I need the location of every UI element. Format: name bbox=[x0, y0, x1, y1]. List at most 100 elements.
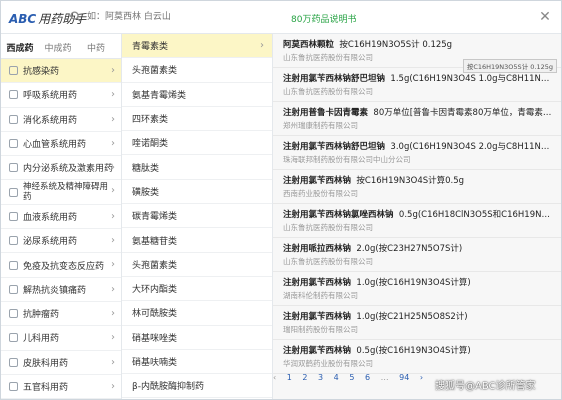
drug-manufacturer: 山东鲁抗医药股份有限公司 bbox=[283, 87, 373, 96]
subcategory-item[interactable]: 青霉素类 › bbox=[122, 34, 272, 59]
category-item-antitumor[interactable]: 抗肿瘤药 › bbox=[1, 302, 121, 327]
drug-list-item[interactable]: 注射用氯苄西林钠 0.5g(按C16H19N3O4S计算) 华润双鹤药业股份有限… bbox=[273, 340, 561, 374]
drug-manufacturer: 华润双鹤药业股份有限公司 bbox=[283, 359, 373, 368]
subcategory-item[interactable]: 硝基咪唑类 bbox=[122, 326, 272, 350]
drug-name: 注射用氯苄西林钠氯唑西林钠 bbox=[283, 210, 394, 220]
chevron-right-icon: › bbox=[111, 137, 115, 149]
category-item-dermatology[interactable]: 皮肤科用药 › bbox=[1, 351, 121, 375]
drug-title: 注射用普鲁卡因青霉素 80万单位[普鲁卡因青霉素80万单位，青霉素钠(钾)20… bbox=[283, 106, 553, 118]
chevron-right-icon: › bbox=[111, 210, 115, 222]
subcategory-item[interactable]: 头孢菌素类 bbox=[122, 58, 272, 83]
watermark: 搜狐号@ABC诊所管家 bbox=[435, 381, 536, 392]
subcategory-label: 头孢菌素类 bbox=[132, 260, 178, 271]
drug-list-item[interactable]: 注射用氯苄西林钠 1.0g(按C21H25N5O8S2计) 瑞阳制药股份有限公司 bbox=[273, 306, 561, 340]
subcategory-item[interactable]: 碳青霉烯类 bbox=[122, 204, 272, 229]
chevron-right-icon: › bbox=[111, 89, 115, 101]
category-item-analgesic[interactable]: 解热抗炎镇痛药 › bbox=[1, 278, 121, 302]
drug-name: 阿莫西林颗粒 bbox=[283, 40, 335, 50]
subcategory-item[interactable]: 四环素类 bbox=[122, 107, 272, 132]
page-button-6[interactable]: 6 bbox=[365, 373, 370, 382]
subcategory-item[interactable]: 磺胺类 bbox=[122, 180, 272, 205]
category-item-cardiovascular[interactable]: 心血管系统用药 › bbox=[1, 132, 121, 157]
category-label: 抗感染药 bbox=[23, 67, 60, 78]
drug-spec: 1.5g(C16H19N3O4S 1.0g与C8H11NO5S 0.5g) bbox=[390, 74, 553, 84]
chevron-right-icon: › bbox=[111, 185, 115, 197]
drug-spec: 80万单位[普鲁卡因青霉素80万单位，青霉素钠(钾)20… bbox=[373, 108, 553, 118]
subcategory-item[interactable]: β-内酰胺酶抑制药 bbox=[122, 374, 272, 399]
tab-chinese-herbal-medicine[interactable]: 中药 bbox=[77, 34, 115, 58]
drug-list-item[interactable]: 注射用哌拉西林钠 2.0g(按C23H27N5O7S计) 山东鲁抗医药股份有限公… bbox=[273, 238, 561, 272]
subcategory-item[interactable]: 喹诺酮类 bbox=[122, 131, 272, 156]
drug-title: 注射用氯苄西林钠舒巴坦钠 1.5g(C16H19N3O4S 1.0g与C8H11… bbox=[283, 72, 553, 84]
chevron-right-icon: › bbox=[111, 65, 115, 76]
close-icon[interactable]: ✕ bbox=[537, 9, 553, 25]
category-label: 儿科用药 bbox=[23, 334, 60, 345]
drug-list-item[interactable]: 注射用氯苄西林钠舒巴坦钠 3.0g(C16H19N3O4S 2.0g与C8H11… bbox=[273, 136, 561, 170]
drug-list-item[interactable]: 注射用氯苄西林钠 1.0g(按C16H19N3O4S计算) 湖南科伦制药有限公司 bbox=[273, 272, 561, 306]
page-button-4[interactable]: 4 bbox=[334, 373, 339, 382]
category-label: 解热抗炎镇痛药 bbox=[23, 285, 87, 296]
drug-title: 注射用氯苄西林钠 1.0g(按C16H19N3O4S计算) bbox=[283, 276, 553, 288]
category-item-respiratory[interactable]: 呼吸系统用药 › bbox=[1, 83, 121, 108]
drug-manufacturer: 珠海联邦制药股份有限公司中山分公司 bbox=[283, 155, 411, 164]
category-item-pediatric[interactable]: 儿科用药 › bbox=[1, 326, 121, 351]
category-icon bbox=[9, 236, 18, 246]
category-item-endocrine[interactable]: 内分泌系统及激素用药 › bbox=[1, 156, 121, 181]
page-button-3[interactable]: 3 bbox=[318, 373, 323, 382]
logo-brand: ABC bbox=[9, 12, 37, 26]
subcategory-label: 硝基咪唑类 bbox=[132, 333, 178, 344]
page-button-5[interactable]: 5 bbox=[349, 373, 354, 382]
drug-spec: 1.0g(按C16H19N3O4S计算) bbox=[356, 278, 471, 288]
drug-list-item[interactable]: 注射用氯苄西林钠氯唑西林钠 0.5g(C16H18ClN3O5S和C16H19N… bbox=[273, 204, 561, 238]
drug-list-item[interactable]: 注射用氯苄西林钠 按C16H19N3O4S计算0.5g 西南药业股份有限公司 bbox=[273, 170, 561, 204]
category-icon bbox=[9, 139, 18, 149]
category-item-digestive[interactable]: 消化系统用药 › bbox=[1, 108, 121, 132]
page-button-1[interactable]: 1 bbox=[287, 373, 292, 382]
category-item-blood[interactable]: 血液系统用药 › bbox=[1, 205, 121, 230]
category-item-anti-infective[interactable]: 抗感染药 › bbox=[1, 59, 121, 84]
drug-name: 注射用普鲁卡因青霉素 bbox=[283, 108, 369, 118]
drug-name: 注射用哌拉西林钠 bbox=[283, 244, 352, 254]
subcategory-item[interactable]: 林可酰胺类 bbox=[122, 301, 272, 326]
category-label: 免疫及抗变态反应药 bbox=[23, 261, 105, 272]
subcategory-item[interactable]: 头孢菌素类 bbox=[122, 253, 272, 277]
drug-spec: 按C16H19N3O4S计算0.5g bbox=[356, 176, 465, 186]
page-button-2[interactable]: 2 bbox=[302, 373, 307, 382]
subcategory-item[interactable]: 氨基糖苷类 bbox=[122, 228, 272, 253]
category-item-immune[interactable]: 免疫及抗变态反应药 › bbox=[1, 253, 121, 278]
search-icon bbox=[70, 11, 81, 22]
drug-list-item[interactable]: 注射用氯苄西林钠舒巴坦钠 1.5g(C16H19N3O4S 1.0g与C8H11… bbox=[273, 68, 561, 102]
prev-page-button[interactable]: ‹ bbox=[273, 373, 276, 382]
chevron-right-icon: › bbox=[111, 235, 115, 247]
category-item-neurological[interactable]: 神经系统及精神障碍用药 › bbox=[1, 180, 121, 205]
category-label: 呼吸系统用药 bbox=[23, 91, 78, 102]
subcategory-item[interactable]: 硝基呋喃类 bbox=[122, 350, 272, 375]
subcategory-item[interactable]: 糖肽类 bbox=[122, 155, 272, 180]
subcategory-label: 喹诺酮类 bbox=[132, 139, 169, 150]
category-icon bbox=[9, 333, 18, 343]
search-input[interactable] bbox=[87, 9, 287, 25]
category-label: 五官科用药 bbox=[23, 383, 69, 393]
top-bar: ABC用药助手 80万药品说明书 ✕ bbox=[1, 1, 561, 34]
drug-list-item[interactable]: 注射用普鲁卡因青霉素 80万单位[普鲁卡因青霉素80万单位，青霉素钠(钾)20…… bbox=[273, 102, 561, 136]
category-icon bbox=[9, 163, 18, 173]
category-item-ent[interactable]: 五官科用药 › bbox=[1, 375, 121, 399]
drug-name: 注射用氯苄西林钠舒巴坦钠 bbox=[283, 74, 386, 84]
pagination: ‹ 1 2 3 4 5 6 … 94 › bbox=[273, 373, 433, 393]
category-label: 泌尿系统用药 bbox=[23, 237, 78, 248]
tab-western-medicine[interactable]: 西成药 bbox=[1, 34, 39, 58]
chevron-right-icon: › bbox=[111, 307, 115, 319]
tab-chinese-patent-medicine[interactable]: 中成药 bbox=[39, 34, 77, 58]
subcategory-item[interactable]: 氨基青霉烯类 bbox=[122, 83, 272, 107]
drug-title: 阿莫西林颗粒 按C16H19N3O5S计 0.125g bbox=[283, 38, 553, 50]
subcategory-item[interactable]: 大环内酯类 bbox=[122, 277, 272, 302]
subcategory-label: 磺胺类 bbox=[132, 187, 160, 198]
next-page-button[interactable]: › bbox=[420, 373, 423, 382]
drug-title: 注射用氯苄西林钠 1.0g(按C21H25N5O8S2计) bbox=[283, 310, 553, 322]
page-button-last[interactable]: 94 bbox=[399, 373, 409, 382]
drug-spec: 1.0g(按C21H25N5O8S2计) bbox=[356, 312, 468, 322]
chevron-right-icon: › bbox=[111, 113, 115, 125]
category-item-urinary[interactable]: 泌尿系统用药 › bbox=[1, 229, 121, 254]
category-icon bbox=[9, 357, 18, 367]
chevron-right-icon: › bbox=[111, 380, 115, 392]
